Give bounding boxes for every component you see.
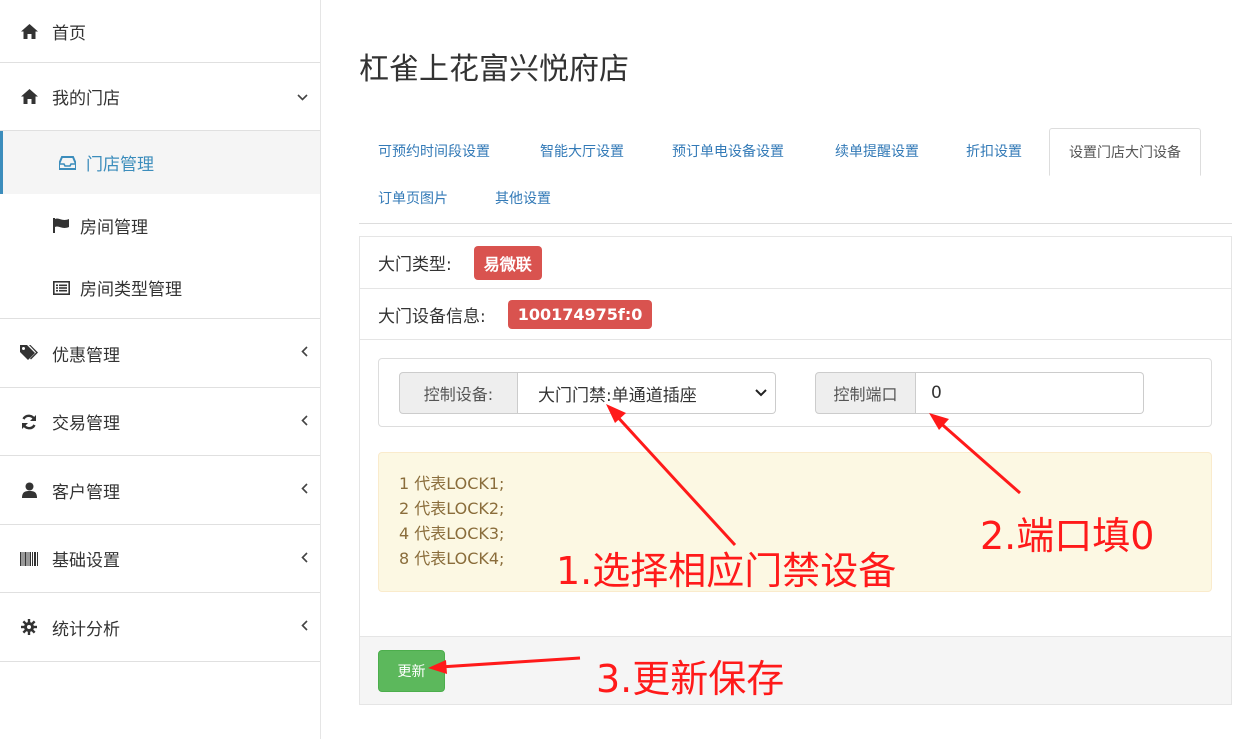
sidebar-item-label: 门店管理 [86,155,154,175]
list-icon [52,279,70,297]
tab-other-settings[interactable]: 其他设置 [476,175,570,223]
chevron-left-icon [301,345,308,361]
tab-smart-lobby[interactable]: 智能大厅设置 [521,128,643,176]
control-device-value: 大门门禁:单通道插座 [538,385,697,406]
sidebar-item-customer-management[interactable]: 客户管理 [0,456,320,525]
annotation-step3: 3.更新保存 [596,657,785,701]
tab-store-door-device[interactable]: 设置门店大门设备 [1049,128,1201,176]
control-device-group: 控制设备: 大门门禁:单通道插座 控制端口 0 [378,358,1212,427]
cog-icon [20,618,38,636]
door-type-row: 大门类型: 易微联 [360,237,1231,289]
sidebar-item-basic-settings[interactable]: 基础设置 [0,525,320,593]
control-device-select[interactable]: 大门门禁:单通道插座 [518,372,776,414]
sidebar-item-label: 优惠管理 [52,345,120,366]
door-settings-panel: 大门类型: 易微联 大门设备信息: 100174975f:0 控制设备: 大门门… [359,236,1232,705]
sidebar-item-label: 统计分析 [52,619,120,640]
panel-footer: 更新 [360,636,1231,704]
page-title: 杠雀上花富兴悦府店 [359,52,629,87]
sidebar-item-transaction-management[interactable]: 交易管理 [0,388,320,456]
chevron-down-icon [755,385,767,401]
tab-renewal-reminder[interactable]: 续单提醒设置 [816,128,938,176]
tags-icon [20,344,38,362]
sidebar-item-home[interactable]: 首页 [0,0,320,63]
door-type-label: 大门类型: [378,255,452,275]
note-line: 1 代表LOCK1; [399,474,505,493]
sidebar-item-label: 客户管理 [52,482,120,503]
annotation-step2: 2.端口填0 [980,514,1155,558]
sidebar-item-label: 基础设置 [52,551,120,571]
chevron-left-icon [301,619,308,635]
control-device-label: 控制设备: [399,372,518,414]
door-type-badge: 易微联 [473,245,542,280]
sidebar-item-label: 首页 [52,23,86,44]
user-icon [20,481,38,499]
flag-icon [52,217,70,235]
refresh-icon [20,413,38,431]
sidebar: 首页 我的门店 门店管理 房间管理 房间类型管理 优惠管理 交易管理 客户管理 … [0,0,321,739]
inbox-icon [58,154,76,172]
sidebar-item-my-store[interactable]: 我的门店 [0,63,320,131]
door-info-row: 大门设备信息: 100174975f:0 [360,289,1231,340]
sidebar-item-label: 我的门店 [52,89,120,109]
chevron-left-icon [301,482,308,498]
tab-order-page-image[interactable]: 订单页图片 [359,175,467,223]
control-port-label: 控制端口 [815,372,916,414]
sidebar-item-store-management[interactable]: 门店管理 [0,131,320,194]
chevron-left-icon [301,551,308,567]
sidebar-item-room-management[interactable]: 房间管理 [0,194,320,257]
chevron-left-icon [301,414,308,430]
tab-bookable-time-slots[interactable]: 可预约时间段设置 [359,128,509,176]
door-info-badge: 100174975f:0 [507,299,653,329]
sidebar-item-discount-management[interactable]: 优惠管理 [0,319,320,388]
sidebar-item-label: 房间类型管理 [80,280,182,300]
sidebar-item-label: 房间管理 [80,218,148,238]
tab-discount-settings[interactable]: 折扣设置 [947,128,1041,176]
sidebar-item-room-type-management[interactable]: 房间类型管理 [0,257,320,319]
annotation-step1: 1.选择相应门禁设备 [556,549,897,593]
tab-order-power-device[interactable]: 预订单电设备设置 [653,128,803,176]
settings-tabs: 可预约时间段设置 智能大厅设置 预订单电设备设置 续单提醒设置 折扣设置 设置门… [359,128,1232,224]
control-port-value: 0 [931,383,942,403]
home-icon [20,22,38,40]
sidebar-item-label: 交易管理 [52,414,120,434]
control-port-input[interactable]: 0 [916,372,1144,414]
door-info-label: 大门设备信息: [378,306,486,327]
barcode-icon [20,550,38,568]
home-icon [20,88,38,106]
update-button[interactable]: 更新 [378,650,445,692]
chevron-down-icon [297,89,308,105]
sidebar-item-statistics[interactable]: 统计分析 [0,593,320,662]
